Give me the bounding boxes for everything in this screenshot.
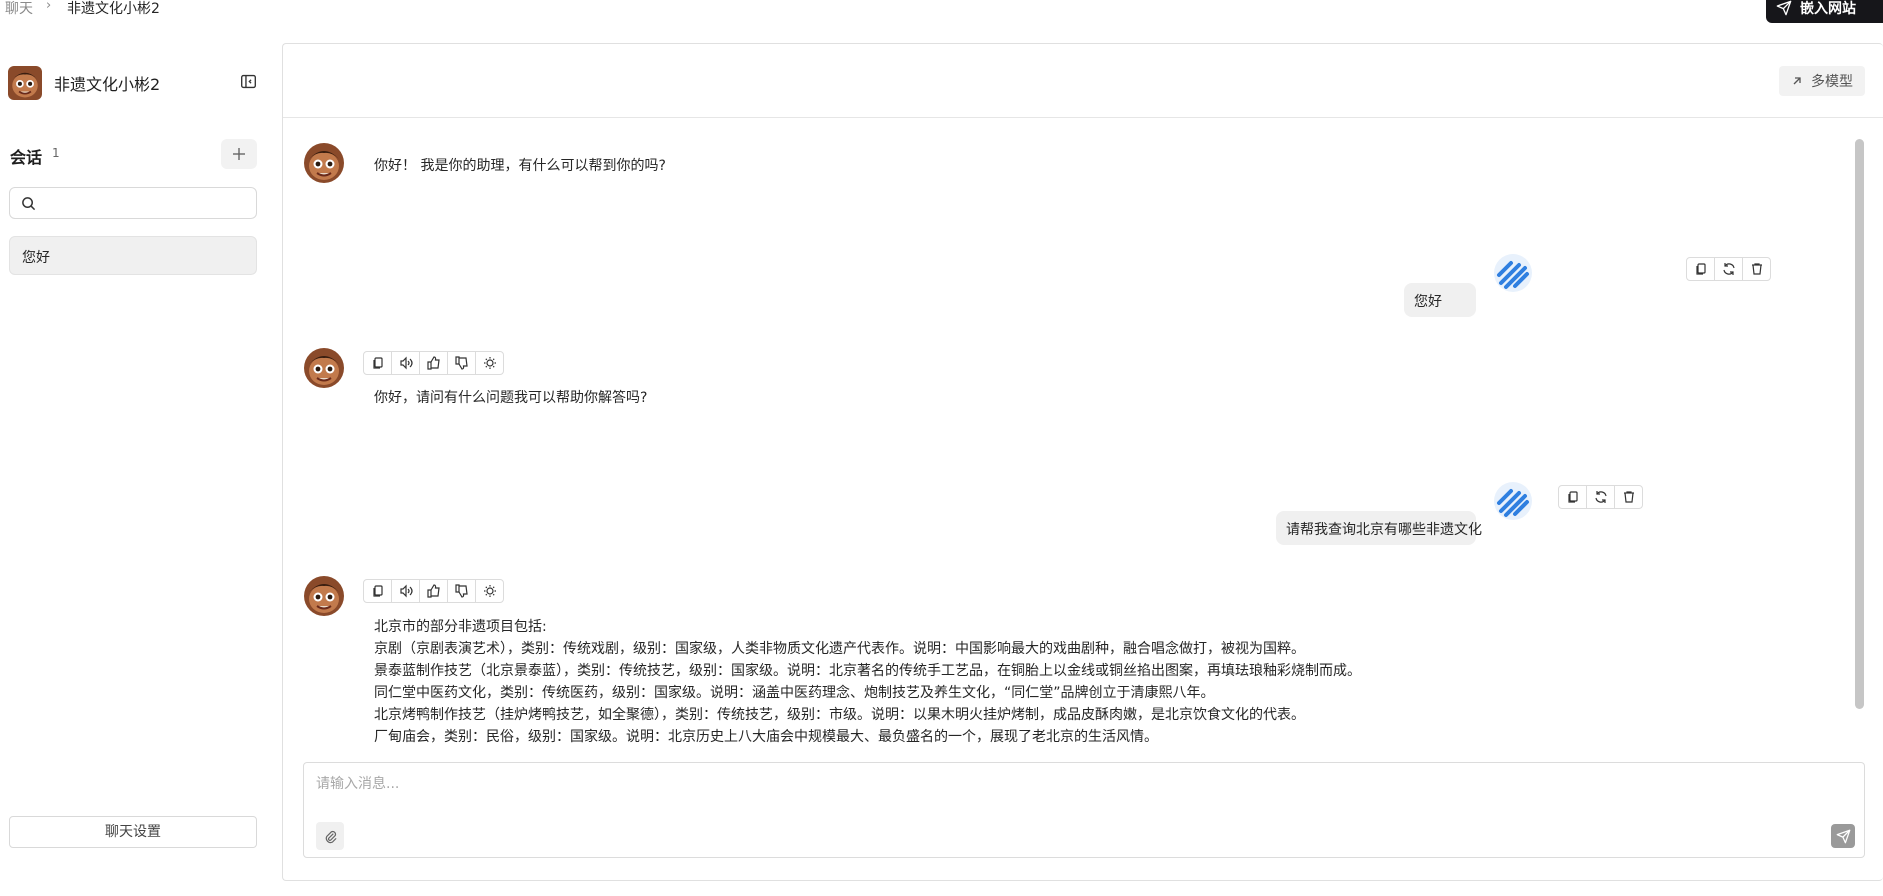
- refresh-icon: [1722, 263, 1735, 275]
- paperclip-icon: [325, 830, 337, 843]
- collapse-sidebar-icon[interactable]: [240, 73, 257, 90]
- regenerate-button[interactable]: [1586, 485, 1615, 509]
- session-item[interactable]: 您好: [9, 236, 257, 275]
- chat-header: 多模型: [283, 44, 1883, 118]
- send-icon: [1836, 829, 1850, 843]
- speaker-icon: [399, 584, 413, 598]
- assistant-message: 你好，请问有什么问题我可以帮助你解答吗?: [374, 390, 648, 406]
- user-message-toolbar: [1558, 485, 1643, 509]
- session-search-input[interactable]: [42, 193, 250, 213]
- thumbs-up-icon: [426, 584, 440, 598]
- lightbulb-icon: [483, 357, 496, 369]
- plus-icon: [233, 148, 245, 160]
- copy-icon: [372, 585, 383, 597]
- read-aloud-button[interactable]: [391, 579, 420, 603]
- embed-website-button[interactable]: 嵌入网站: [1766, 0, 1883, 23]
- reply-line: 北京烤鸭制作技艺（挂炉烤鸭技艺，如全聚德），类别：传统技艺，级别：市级。说明：以…: [374, 707, 1305, 723]
- user-avatar: [1493, 481, 1533, 521]
- message-list: 你好！ 我是你的助理，有什么可以帮到你的吗? 您好 你好，请问有什么问题我可以帮…: [283, 119, 1866, 762]
- scrollbar-thumb[interactable]: [1855, 139, 1864, 709]
- new-session-button[interactable]: [221, 139, 257, 169]
- thumbs-down-icon: [454, 584, 468, 598]
- read-aloud-button[interactable]: [391, 351, 420, 375]
- copy-icon: [1695, 263, 1706, 275]
- attach-button[interactable]: [316, 822, 344, 850]
- thumbs-down-icon: [454, 356, 468, 370]
- assistant-avatar: [304, 143, 344, 183]
- multi-model-button[interactable]: 多模型: [1779, 66, 1865, 96]
- chat-panel: 多模型 你好！ 我是你的助理，有什么可以帮到你的吗? 您好 你好，请问有什么问题…: [282, 43, 1883, 881]
- regenerate-button[interactable]: [1714, 257, 1743, 281]
- trash-icon: [1751, 263, 1762, 275]
- insight-button[interactable]: [475, 351, 504, 375]
- copy-icon: [372, 357, 383, 369]
- arrow-up-right-icon: [1793, 77, 1801, 85]
- send-icon: [1776, 0, 1792, 15]
- reply-line: 同仁堂中医药文化，类别：传统医药，级别：国家级。说明：涵盖中医药理念、炮制技艺及…: [374, 685, 1215, 701]
- search-icon: [22, 197, 36, 211]
- like-button[interactable]: [419, 351, 448, 375]
- assistant-avatar: [304, 348, 344, 388]
- bot-header: 非遗文化小彬2: [8, 66, 160, 100]
- copy-button[interactable]: [363, 579, 392, 603]
- message-input[interactable]: [316, 773, 1816, 813]
- sidebar: 非遗文化小彬2 会话 1 您好 聊天设置: [0, 40, 270, 896]
- multi-model-label: 多模型: [1811, 74, 1853, 90]
- trash-icon: [1623, 491, 1634, 503]
- like-button[interactable]: [419, 579, 448, 603]
- dislike-button[interactable]: [447, 351, 476, 375]
- send-button[interactable]: [1831, 824, 1855, 848]
- bot-name: 非遗文化小彬2: [54, 75, 161, 94]
- copy-button[interactable]: [363, 351, 392, 375]
- delete-button[interactable]: [1614, 485, 1643, 509]
- user-message: 您好: [1404, 283, 1476, 317]
- scrollbar[interactable]: [1855, 139, 1864, 762]
- user-avatar: [1493, 253, 1533, 293]
- copy-icon: [1567, 491, 1578, 503]
- user-message-toolbar: [1686, 257, 1771, 281]
- copy-button[interactable]: [1686, 257, 1715, 281]
- embed-website-label: 嵌入网站: [1800, 0, 1856, 17]
- sessions-title: 会话: [10, 148, 43, 167]
- reply-line: 北京市的部分非遗项目包括:: [374, 619, 547, 635]
- session-search: [9, 187, 257, 219]
- breadcrumb-root[interactable]: 聊天: [5, 0, 33, 18]
- sessions-count: 1: [52, 146, 60, 160]
- top-bar: 聊天 › 非遗文化小彬2 嵌入网站: [0, 0, 1883, 23]
- assistant-message: 你好！ 我是你的助理，有什么可以帮到你的吗?: [374, 158, 666, 174]
- reply-line: 厂甸庙会，类别：民俗，级别：国家级。说明：北京历史上八大庙会中规模最大、最负盛名…: [374, 729, 1158, 745]
- insight-button[interactable]: [475, 579, 504, 603]
- user-message: 请帮我查询北京有哪些非遗文化: [1276, 511, 1482, 545]
- thumbs-up-icon: [426, 356, 440, 370]
- reply-line: 景泰蓝制作技艺（北京景泰蓝），类别：传统技艺，级别：国家级。说明：北京著名的传统…: [374, 663, 1361, 679]
- assistant-message-toolbar: [363, 351, 504, 375]
- dislike-button[interactable]: [447, 579, 476, 603]
- copy-button[interactable]: [1558, 485, 1587, 509]
- refresh-icon: [1594, 491, 1607, 503]
- breadcrumb-separator: ›: [46, 0, 52, 13]
- message-composer: [303, 762, 1865, 858]
- bot-avatar: [8, 66, 42, 100]
- assistant-message-toolbar: [363, 579, 504, 603]
- breadcrumb-current: 非遗文化小彬2: [67, 1, 160, 17]
- lightbulb-icon: [483, 585, 496, 597]
- reply-line: 京剧（京剧表演艺术），类别：传统戏剧，级别：国家级，人类非物质文化遗产代表作。说…: [374, 641, 1305, 657]
- speaker-icon: [399, 356, 413, 370]
- delete-button[interactable]: [1742, 257, 1771, 281]
- assistant-message: 北京市的部分非遗项目包括: 京剧（京剧表演艺术），类别：传统戏剧，级别：国家级，…: [374, 616, 1361, 748]
- chat-settings-button[interactable]: 聊天设置: [9, 816, 257, 848]
- assistant-avatar: [304, 576, 344, 616]
